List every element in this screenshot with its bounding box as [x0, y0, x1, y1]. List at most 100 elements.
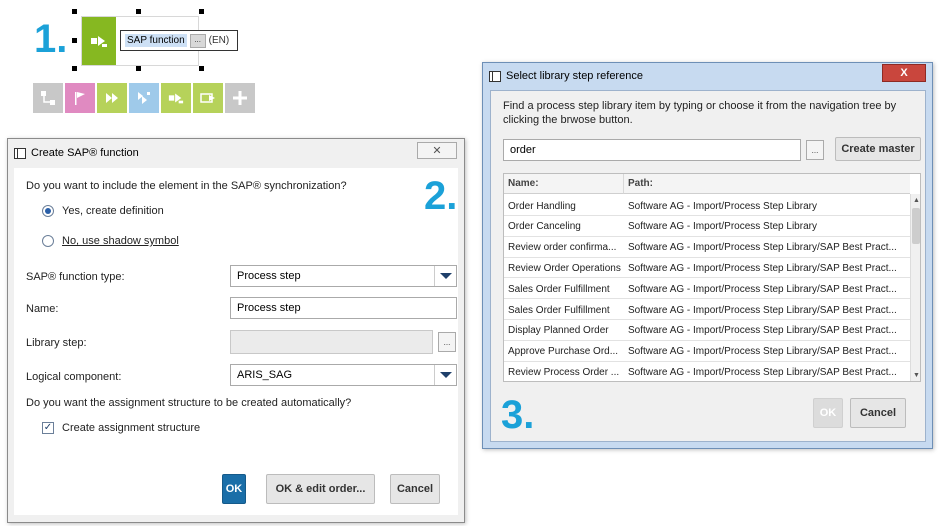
column-header-name[interactable]: Name: — [504, 174, 624, 194]
select-library-step-dialog: Select library step reference X Find a p… — [482, 62, 933, 449]
row-name-cell: Order Handling — [508, 200, 576, 212]
chevron-down-icon[interactable] — [434, 266, 456, 286]
transaction-icon[interactable] — [193, 83, 223, 113]
create-sap-function-dialog: Create SAP® function ✕ 2. Do you want to… — [7, 138, 465, 523]
row-path-cell: Software AG - Import/Process Step Librar… — [628, 262, 897, 274]
plus-icon[interactable] — [225, 83, 255, 113]
row-path-cell: Software AG - Import/Process Step Librar… — [628, 200, 817, 212]
symbol-palette — [33, 83, 256, 113]
cancel-button[interactable]: Cancel — [850, 398, 906, 428]
function-type-value: Process step — [237, 270, 301, 282]
dialog-titlebar: Create SAP® function — [8, 139, 464, 167]
dialog-title: Select library step reference — [506, 70, 643, 82]
step-number-2: 2. — [424, 174, 458, 218]
sap-function-icon[interactable] — [161, 83, 191, 113]
resize-handle[interactable] — [72, 38, 77, 43]
sync-question: Do you want to include the element in th… — [26, 180, 347, 192]
logical-component-value: ARIS_SAG — [237, 369, 293, 381]
close-icon: X — [900, 67, 908, 79]
table-row[interactable]: Review order confirma... Software AG - Im… — [504, 237, 910, 258]
resize-handle[interactable] — [72, 66, 77, 71]
column-header-path[interactable]: Path: — [624, 174, 910, 194]
resize-handle[interactable] — [136, 66, 141, 71]
table-row[interactable]: Approve Purchase Ord... Software AG - Imp… — [504, 341, 910, 362]
inline-name-text[interactable]: SAP function — [125, 34, 187, 47]
row-path-cell: Software AG - Import/Process Step Librar… — [628, 242, 897, 254]
table-row[interactable]: Display Planned Order Software AG - Impor… — [504, 320, 910, 341]
row-name-cell: Review Process Order ... — [508, 366, 620, 378]
library-browse-button[interactable]: ... — [438, 332, 456, 352]
create-master-button[interactable]: Create master — [835, 137, 921, 161]
language-indicator: (EN) — [208, 35, 230, 46]
dialog-body: Find a process step library item by typi… — [490, 90, 926, 442]
table-row[interactable]: Sales Order Fulfillment Software AG - Imp… — [504, 299, 910, 320]
sap-function-icon — [91, 36, 107, 47]
name-input[interactable]: Process step — [230, 297, 457, 319]
function-type-label: SAP® function type: — [26, 271, 125, 283]
ok-button: OK — [813, 398, 843, 428]
row-name-cell: Review order confirma... — [508, 242, 617, 254]
logical-component-label: Logical component: — [26, 371, 122, 383]
close-button[interactable]: X — [882, 64, 926, 82]
ok-button[interactable]: OK — [222, 474, 246, 504]
vertical-scrollbar[interactable]: ▲ ▼ — [910, 194, 920, 381]
radio-create-definition-label[interactable]: Yes, create definition — [62, 205, 164, 217]
row-path-cell: Software AG - Import/Process Step Librar… — [628, 221, 817, 233]
radio-shadow-symbol-label[interactable]: No, use shadow symbol — [62, 235, 179, 247]
name-value: Process step — [237, 302, 301, 314]
table-row[interactable]: Review Order Operations Software AG - Imp… — [504, 257, 910, 279]
dialog-titlebar: Select library step reference — [483, 63, 932, 89]
row-name-cell: Review Order Operations — [508, 262, 621, 274]
instruction-text: Find a process step library item by typi… — [503, 100, 897, 126]
library-results-table: Name: Path: Order Handling Software AG - … — [503, 173, 921, 382]
library-search-input[interactable]: order — [503, 139, 801, 161]
table-row[interactable]: Order Canceling Software AG - Import/Proc… — [504, 216, 910, 237]
table-row[interactable]: Order Handling Software AG - Import/Proce… — [504, 195, 910, 216]
row-path-cell: Software AG - Import/Process Step Librar… — [628, 283, 897, 295]
step-number-3: 3. — [501, 393, 535, 437]
browse-button[interactable]: ... — [806, 140, 824, 160]
dialog-body: 2. Do you want to include the element in… — [14, 168, 458, 515]
multi-step-icon[interactable] — [129, 83, 159, 113]
fast-forward-icon[interactable] — [97, 83, 127, 113]
connector-icon[interactable] — [33, 83, 63, 113]
check-icon: ✓ — [43, 422, 53, 433]
inline-browse-button[interactable]: ... — [189, 33, 206, 48]
library-step-label: Library step: — [26, 337, 87, 349]
radio-create-definition[interactable] — [42, 205, 54, 217]
resize-handle[interactable] — [199, 66, 204, 71]
window-icon — [489, 70, 501, 82]
function-type-select[interactable]: Process step — [230, 265, 457, 287]
scrollbar-thumb[interactable] — [912, 208, 920, 244]
table-row[interactable]: Sales Order Fulfillment Software AG - Imp… — [504, 278, 910, 300]
cancel-button[interactable]: Cancel — [390, 474, 440, 504]
row-name-cell: Sales Order Fulfillment — [508, 304, 610, 316]
scroll-up-icon[interactable]: ▲ — [913, 197, 920, 204]
assignment-question: Do you want the assignment structure to … — [26, 397, 352, 409]
row-path-cell: Software AG - Import/Process Step Librar… — [628, 346, 897, 358]
dialog-title: Create SAP® function — [31, 147, 139, 159]
window-icon — [14, 147, 26, 159]
radio-shadow-symbol[interactable] — [42, 235, 54, 247]
row-path-cell: Software AG - Import/Process Step Librar… — [628, 325, 897, 337]
ok-edit-order-button[interactable]: OK & edit order... — [266, 474, 375, 504]
name-label: Name: — [26, 303, 59, 315]
scroll-down-icon[interactable]: ▼ — [913, 372, 920, 379]
row-name-cell: Order Canceling — [508, 221, 581, 233]
flag-icon[interactable] — [65, 83, 95, 113]
resize-handle[interactable] — [136, 9, 141, 14]
inline-name-editor[interactable]: SAP function ... (EN) — [120, 30, 238, 51]
resize-handle[interactable] — [72, 9, 77, 14]
close-icon: ✕ — [432, 145, 442, 157]
table-row[interactable]: Review Process Order ... Software AG - Im… — [504, 361, 910, 381]
create-assignment-label[interactable]: Create assignment structure — [62, 422, 200, 434]
row-name-cell: Approve Purchase Ord... — [508, 346, 619, 358]
logical-component-select[interactable]: ARIS_SAG — [230, 364, 457, 386]
chevron-down-icon[interactable] — [434, 365, 456, 385]
resize-handle[interactable] — [199, 9, 204, 14]
close-button[interactable]: ✕ — [417, 142, 457, 159]
sap-function-symbol — [82, 17, 116, 65]
create-assignment-checkbox[interactable]: ✓ — [42, 422, 54, 434]
row-path-cell: Software AG - Import/Process Step Librar… — [628, 304, 897, 316]
step-number-1: 1. — [34, 17, 68, 61]
